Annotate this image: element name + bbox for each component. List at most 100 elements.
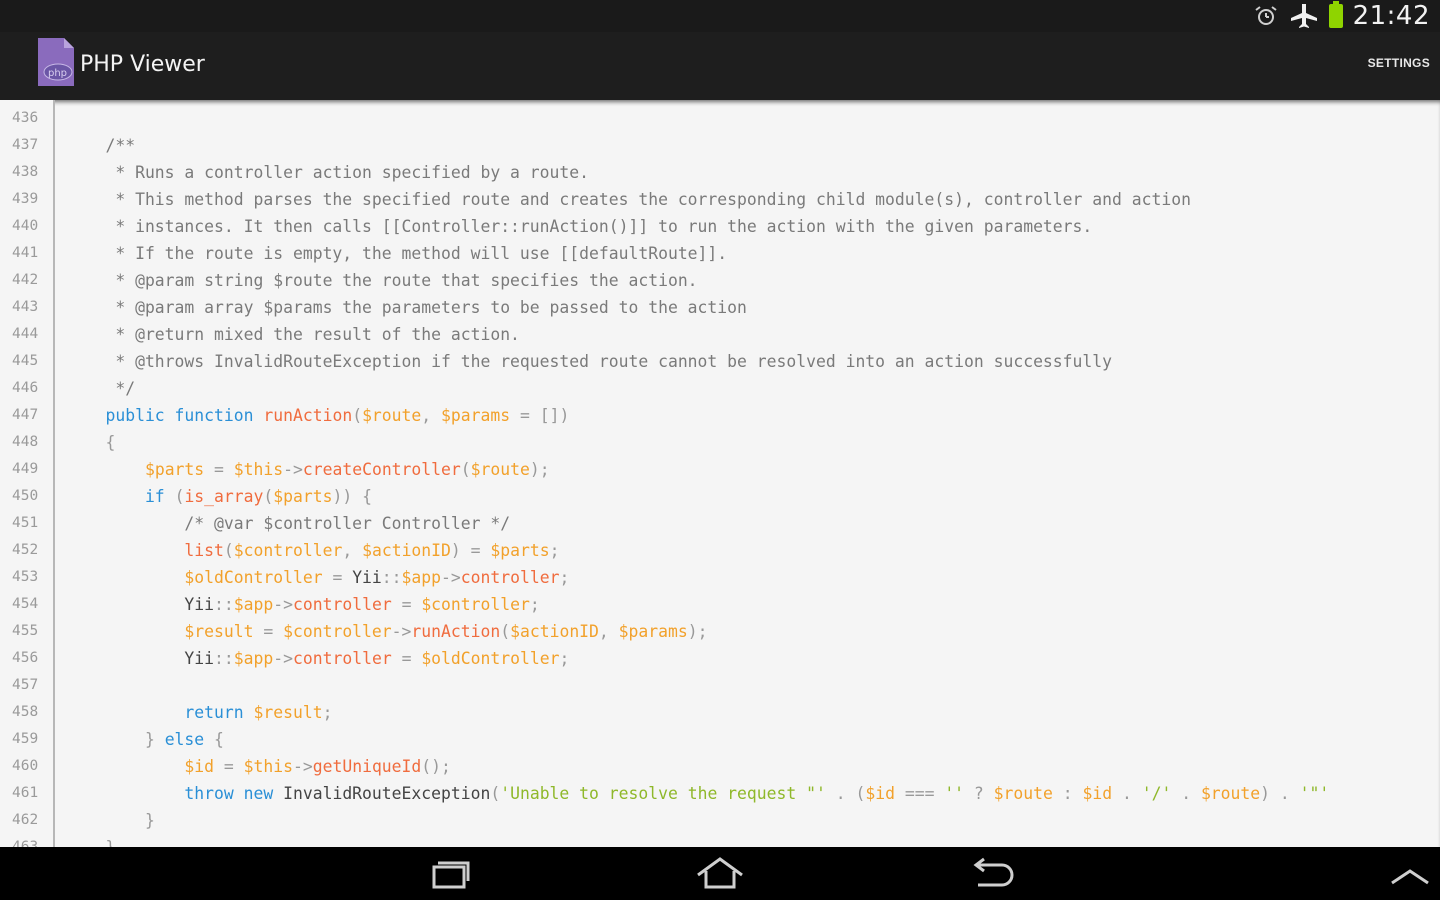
- code-line: /**: [66, 132, 1329, 159]
- code-token: ===: [894, 784, 945, 803]
- code-token: ->: [391, 622, 412, 641]
- code-token: $this: [243, 757, 293, 776]
- code-token: $route: [362, 406, 422, 425]
- line-number: 460: [12, 758, 39, 774]
- line-number: 443: [12, 299, 39, 315]
- status-icons: 21:42: [1253, 0, 1430, 32]
- code-token: $result: [184, 622, 254, 641]
- code-token: else: [164, 730, 205, 749]
- php-file-icon[interactable]: php: [36, 36, 76, 88]
- code-token: (: [490, 784, 501, 803]
- code-token: }: [66, 838, 115, 847]
- line-number: 447: [12, 407, 39, 423]
- code-token: }: [66, 811, 155, 830]
- recent-apps-icon[interactable]: [420, 855, 480, 893]
- code-token: $controller: [283, 622, 392, 641]
- line-number: 451: [12, 515, 39, 531]
- line-number: 445: [12, 353, 39, 369]
- back-icon[interactable]: [962, 855, 1022, 893]
- chevron-up-icon[interactable]: [1380, 855, 1440, 893]
- code-token: ;: [549, 541, 560, 560]
- code-token: $route: [470, 460, 530, 479]
- code-token: InvalidRouteException: [283, 784, 491, 803]
- code-token: controller: [293, 649, 392, 668]
- code-token: ::: [214, 649, 234, 668]
- code-token: (: [352, 406, 363, 425]
- code-token: ) =: [450, 541, 491, 560]
- line-number: 449: [12, 461, 39, 477]
- code-token: $parts: [273, 487, 333, 506]
- code-line: $id = $this->getUniqueId();: [66, 753, 1329, 780]
- status-bar: 21:42: [0, 0, 1440, 32]
- code-token: $actionID: [362, 541, 451, 560]
- code-token: controller: [293, 595, 392, 614]
- code-token: * @param string $route the route that sp…: [66, 271, 698, 290]
- line-number: 462: [12, 812, 39, 828]
- code-token: $id: [184, 757, 215, 776]
- code-token: $controller: [233, 541, 343, 560]
- code-viewer[interactable]: 436 437 438 439 440 441 442 443 444 445 446 447 448 4…: [0, 100, 1440, 847]
- code-token: * instances. It then calls [[Controller:…: [66, 217, 1093, 236]
- code-line: $oldController = Yii::$app->controller;: [66, 564, 1329, 591]
- code-token: =: [322, 568, 353, 587]
- code-token: ->: [292, 757, 313, 776]
- code-token: */: [66, 379, 136, 398]
- code-line: /* @var $controller Controller */: [66, 510, 1329, 537]
- code-token: .: [1171, 784, 1201, 803]
- code-token: ;: [559, 649, 570, 668]
- code-line: * @param string $route the route that sp…: [66, 267, 1329, 294]
- code-token: $controller: [421, 595, 530, 614]
- line-number: 458: [12, 704, 39, 720]
- code-token: createController: [302, 460, 461, 479]
- code-line: list($controller, $actionID) = $parts;: [66, 537, 1329, 564]
- home-icon[interactable]: [690, 855, 750, 893]
- code-token: );: [687, 622, 708, 641]
- code-token: ;: [529, 595, 540, 614]
- action-bar: php PHP Viewer SETTINGS: [0, 32, 1440, 100]
- code-token: $route: [1200, 784, 1261, 803]
- code-token: .: [1112, 784, 1142, 803]
- status-time: 21:42: [1352, 1, 1430, 31]
- code-token: list: [184, 541, 224, 560]
- line-number: 436: [12, 110, 39, 126]
- code-line: * @param array $params the parameters to…: [66, 294, 1329, 321]
- line-number: 457: [12, 677, 39, 693]
- code-token: ,: [598, 622, 619, 641]
- code-token: ,: [342, 541, 363, 560]
- code-token: = []): [510, 406, 570, 425]
- code-token: $route: [993, 784, 1053, 803]
- code-token: (: [460, 460, 471, 479]
- code-token: /**: [66, 136, 136, 155]
- line-number: 446: [12, 380, 39, 396]
- alarm-icon: [1254, 6, 1277, 25]
- code-token: ->: [273, 649, 294, 668]
- code-token: $params: [441, 406, 511, 425]
- code-token: * If the route is empty, the method will…: [66, 244, 728, 263]
- line-number: 438: [12, 164, 39, 180]
- code-token: ->: [441, 568, 461, 587]
- line-number: 450: [12, 488, 39, 504]
- code-token: is_array: [184, 487, 264, 506]
- code-token: ) .: [1260, 784, 1300, 803]
- code-token: =: [253, 622, 284, 641]
- code-token: . (: [825, 784, 866, 803]
- line-number: 440: [12, 218, 39, 234]
- code-token: $oldController: [184, 568, 323, 587]
- code-token: Yii: [184, 595, 215, 614]
- code-token: /* @var $controller Controller */: [66, 514, 511, 533]
- code-token: $oldController: [421, 649, 560, 668]
- code-token: =: [204, 460, 234, 479]
- code-line: }: [66, 834, 1329, 847]
- code-line: $parts = $this->createController($route)…: [66, 456, 1329, 483]
- code-token: {: [204, 730, 224, 749]
- code-token: * @return mixed the result of the action…: [66, 325, 520, 344]
- code-token: public function: [66, 406, 264, 425]
- code-line: throw new InvalidRouteException('Unable …: [66, 780, 1329, 807]
- code-line: * This method parses the specified route…: [66, 186, 1329, 213]
- settings-button[interactable]: SETTINGS: [1366, 54, 1432, 72]
- code-line: * instances. It then calls [[Controller:…: [66, 213, 1329, 240]
